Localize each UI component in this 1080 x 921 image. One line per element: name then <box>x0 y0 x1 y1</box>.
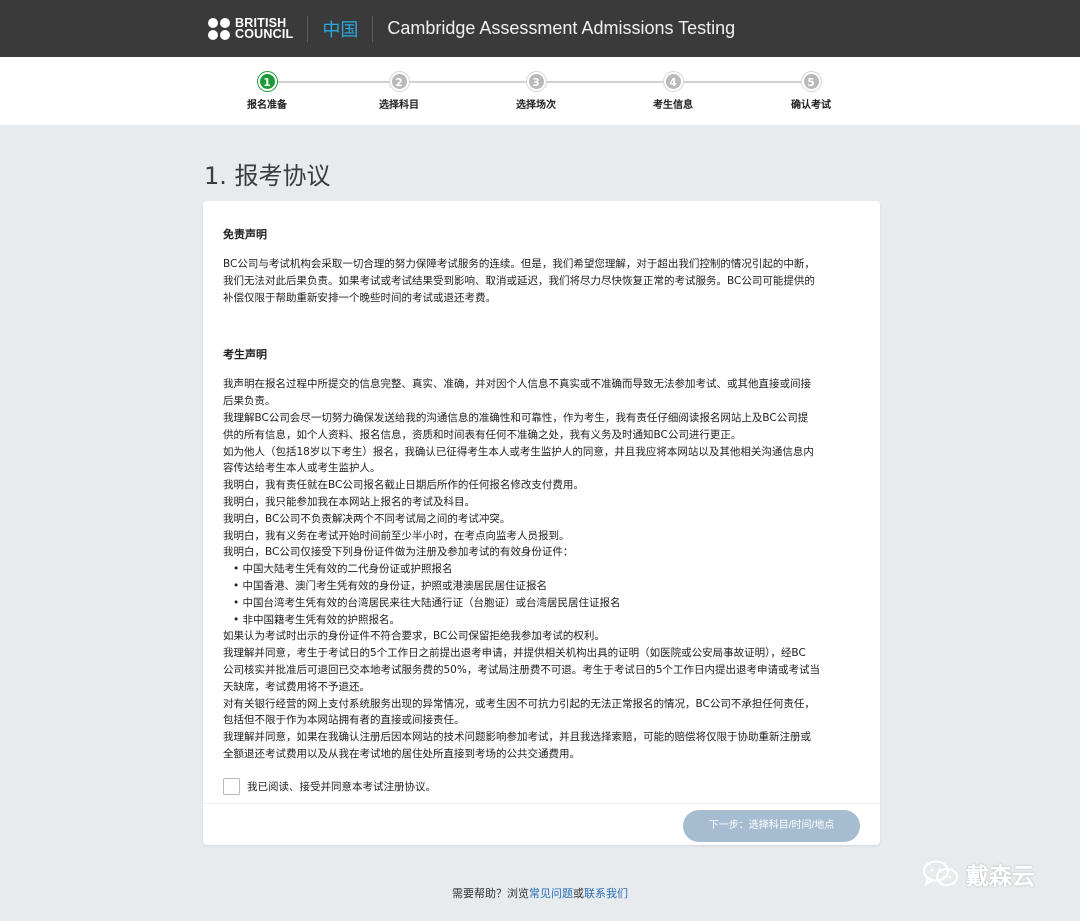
id-bullet-item: • 中国大陆考生凭有效的二代身份证或护照报名 <box>233 563 453 576</box>
declaration-line: 我明白，BC公司仅接受下列身份证件做为注册及参加考试的有效身份证件： <box>223 546 574 559</box>
step-3: 3 选择场次 <box>496 72 576 111</box>
step-number: 4 <box>663 72 683 91</box>
declaration-line: 公司核实并批准后可退回已交本地考试服务费的50%，考试局注册费不可退。考生于考试… <box>223 663 821 676</box>
help-prefix: 需要帮助？浏览 <box>452 887 529 900</box>
disclaimer-line: BC公司与考试机构会采取一切合理的努力保障考试服务的连续。但是，我们希望您理解，… <box>223 258 815 270</box>
agreement-card: 免责声明 BC公司与考试机构会采取一切合理的努力保障考试服务的连续。但是，我们希… <box>203 201 880 845</box>
step-1: 1 报名准备 <box>227 72 307 111</box>
declaration-line: 供的所有信息，如个人资料、报名信息，资质和时间表有任何不准确之处，我有义务及时通… <box>223 428 742 441</box>
header-divider <box>307 15 309 42</box>
agree-checkbox[interactable] <box>223 777 240 795</box>
step-label: 报名准备 <box>247 100 287 111</box>
declaration-line: 如果认为考试时出示的身份证件不符合要求，BC公司保留拒绝我参加考试的权利。 <box>223 630 605 643</box>
step-number: 5 <box>801 72 821 91</box>
wechat-icon <box>923 860 958 887</box>
declaration-line: 我理解BC公司会尽一切努力确保发送给我的沟通信息的准确性和可靠性，作为考生，我有… <box>223 411 809 424</box>
disclaimer-line: 补偿仅限于帮助重新安排一个晚些时间的考试或退还考费。 <box>223 291 496 304</box>
declaration-line: 我明白，BC公司不负责解决两个不同考试局之间的考试冲突。 <box>223 512 511 525</box>
declaration-line: 如为他人（包括18岁以下考生）报名，我确认已征得考生本人或考生监护人的同意，并且… <box>223 445 814 458</box>
declaration-line: 我理解并同意，如果在我确认注册后因本网站的技术问题影响参加考试，并且我选择索赔，… <box>223 731 811 744</box>
card-footer: 下一步：选择科目/时间/地点 <box>203 803 880 845</box>
disclaimer-heading: 免责声明 <box>223 228 267 241</box>
step-4: 4 考生信息 <box>633 72 713 111</box>
declaration-line: 后果负责。 <box>223 395 276 408</box>
declaration-line: 容传达给考生本人或考生监护人。 <box>223 462 381 475</box>
region-label[interactable]: 中国 <box>322 16 358 42</box>
watermark-text: 戴森云 <box>966 864 1035 890</box>
help-or: 或 <box>573 887 584 900</box>
top-header: BRITISH COUNCIL 中国 Cambridge Assessment … <box>0 0 1080 57</box>
agree-checkbox-row[interactable]: 我已阅读、接受并同意本考试注册协议。 <box>223 777 861 795</box>
declaration-text: 我声明在报名过程中所提交的信息完整、真实、准确，并对因个人信息不真实或不准确而导… <box>223 376 861 762</box>
step-label: 选择场次 <box>516 100 556 111</box>
step-2: 2 选择科目 <box>359 72 439 111</box>
contact-link[interactable]: 联系我们 <box>584 887 628 900</box>
site-title: Cambridge Assessment Admissions Testing <box>387 18 736 38</box>
step-number: 1 <box>257 72 277 91</box>
disclaimer-text: BC公司与考试机构会采取一切合理的努力保障考试服务的连续。但是，我们希望您理解，… <box>223 256 861 306</box>
step-number: 2 <box>389 72 409 91</box>
logo-dots-icon <box>208 17 230 40</box>
declaration-line: 全额退还考试费用以及从我在考试地的居住处所直接到考场的公共交通费用。 <box>223 747 580 760</box>
step-label: 考生信息 <box>653 100 693 111</box>
id-bullet-item: • 非中国籍考生凭有效的护照报名。 <box>233 613 401 626</box>
declaration-line: 对有关银行经营的网上支付系统服务出现的异常情况，或考生因不可抗力引起的无法正常报… <box>223 697 815 710</box>
header-divider <box>372 15 374 42</box>
next-step-button[interactable]: 下一步：选择科目/时间/地点 <box>683 810 860 842</box>
id-bullet-item: • 中国台湾考生凭有效的台湾居民来往大陆通行证（台胞证）或台湾居民居住证报名 <box>233 596 621 609</box>
agree-label[interactable]: 我已阅读、接受并同意本考试注册协议。 <box>247 779 436 794</box>
declaration-line: 我理解并同意，考生于考试日的5个工作日之前提出退考申请，并提供相关机构出具的证明… <box>223 647 806 660</box>
declaration-line: 天缺席，考试费用将不予退还。 <box>223 680 370 693</box>
help-footer: 需要帮助？浏览常见问题或联系我们 <box>0 885 1080 901</box>
declaration-line: 包括但不限于作为本网站拥有者的直接或间接责任。 <box>223 714 465 727</box>
step-number: 3 <box>526 72 546 91</box>
declaration-line: 我声明在报名过程中所提交的信息完整、真实、准确，并对因个人信息不真实或不准确而导… <box>223 378 811 391</box>
british-council-logo[interactable]: BRITISH COUNCIL <box>208 16 294 41</box>
declaration-heading: 考生声明 <box>223 348 267 362</box>
id-bullet-item: • 中国香港、澳门考生凭有效的身份证，护照或港澳居民居住证报名 <box>233 579 548 592</box>
wechat-watermark: 戴森云 <box>922 857 1035 891</box>
progress-steps: 1 报名准备 2 选择科目 3 选择场次 4 考生信息 5 确认考试 <box>0 57 1080 125</box>
disclaimer-line: 我们无法对此后果负责。如果考试或考试结果受到影响、取消或延迟，我们将尽力尽快恢复… <box>223 274 815 287</box>
declaration-line: 我明白，我有义务在考试开始时间前至少半小时，在考点向监考人员报到。 <box>223 529 570 542</box>
declaration-line: 我明白，我只能参加我在本网站上报名的考试及科目。 <box>223 495 475 508</box>
page-title: 1. 报考协议 <box>204 162 331 190</box>
faq-link[interactable]: 常见问题 <box>529 887 573 900</box>
logo-text-line2: COUNCIL <box>235 26 294 41</box>
declaration-line: 我明白，我有责任就在BC公司报名截止日期后所作的任何报名修改支付费用。 <box>223 479 584 492</box>
step-label: 选择科目 <box>379 100 419 111</box>
step-label: 确认考试 <box>791 100 831 111</box>
step-5: 5 确认考试 <box>771 72 851 111</box>
